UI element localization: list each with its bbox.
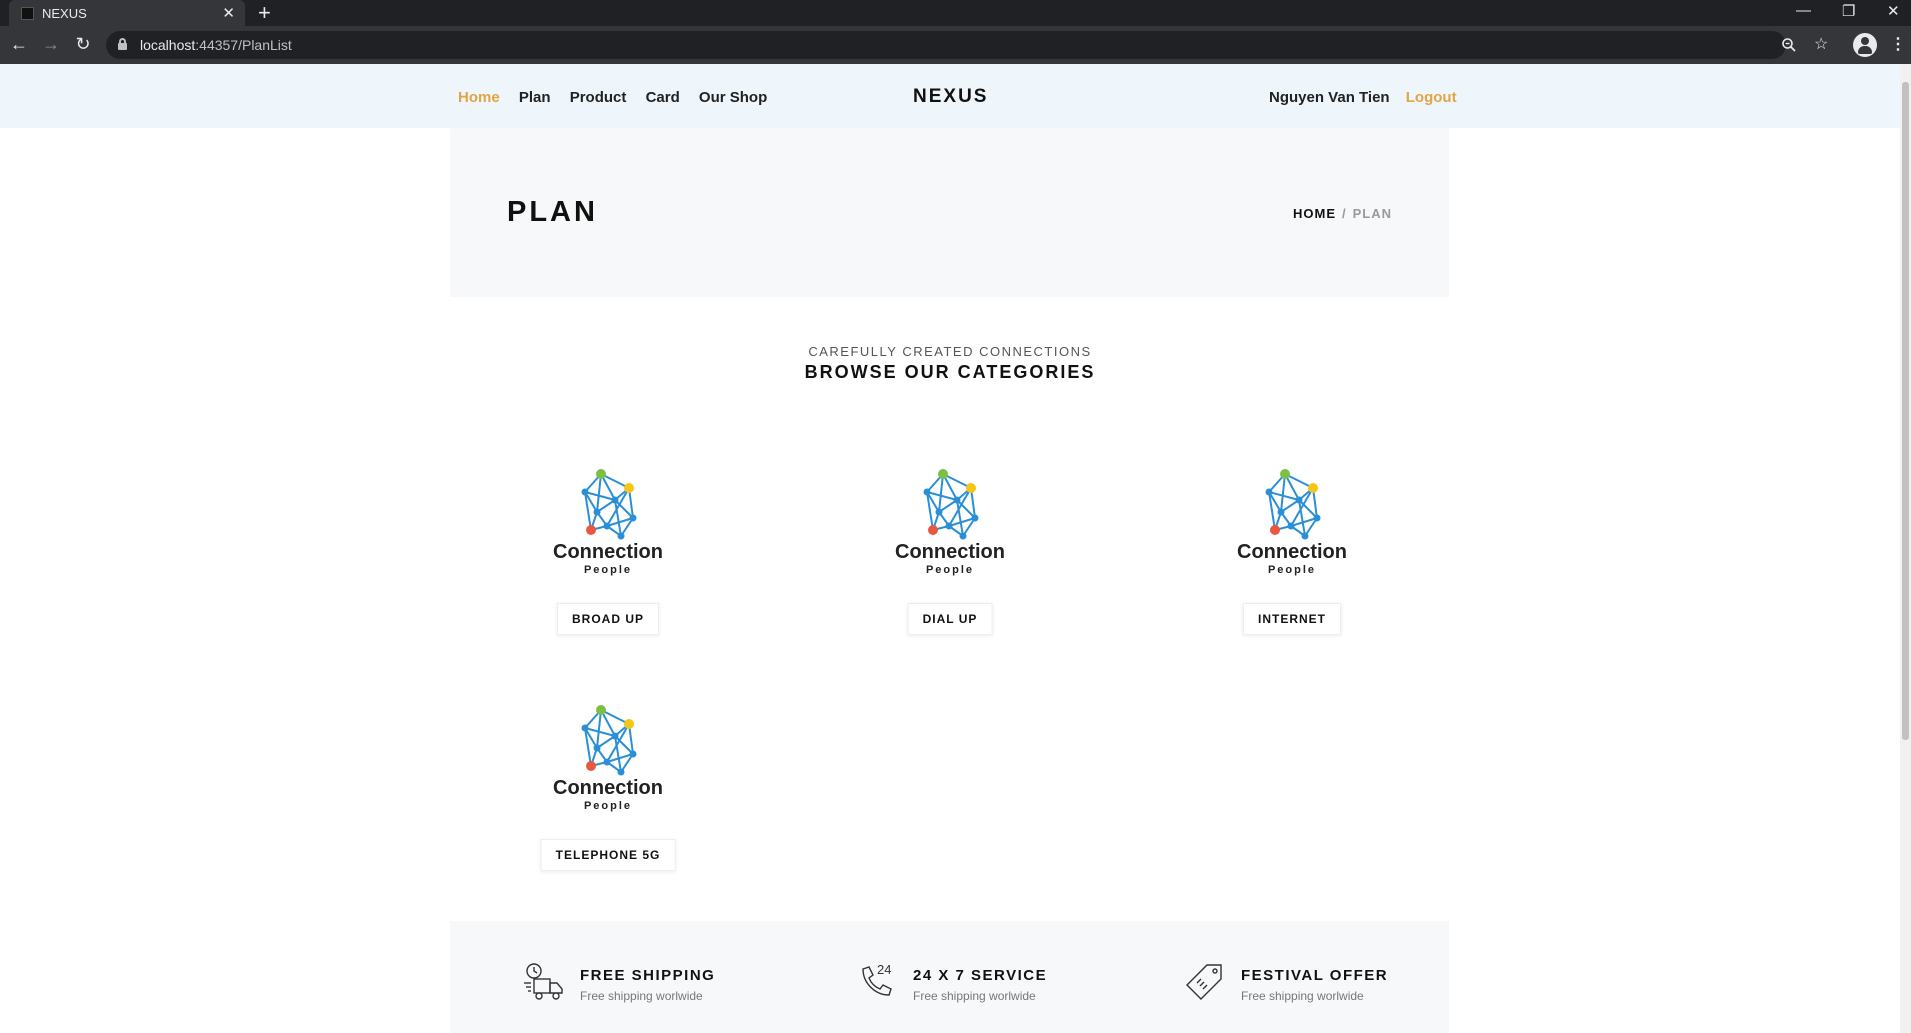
logo-tagline: People xyxy=(584,800,632,812)
category-card[interactable]: Connection People TELEPHONE 5G xyxy=(528,702,688,882)
logo-wordmark: Connection xyxy=(553,541,663,563)
scrollbar-thumb[interactable] xyxy=(1902,82,1909,740)
reload-icon[interactable]: ↻ xyxy=(72,34,94,55)
logo-wordmark: Connection xyxy=(1237,541,1347,563)
browser-toolbar: ← → ↻ localhost:44357/PlanList ☆ ⋮ xyxy=(0,26,1911,64)
section-title: BROWSE OUR CATEGORIES xyxy=(804,362,1096,382)
breadcrumb-separator: / xyxy=(1341,206,1347,221)
features-strip: FREE SHIPPING Free shipping worlwide 24 … xyxy=(450,921,1449,1033)
site-header: Home Plan Product Card Our Shop NEXUS Ng… xyxy=(0,64,1900,128)
feature-title: FESTIVAL OFFER xyxy=(1241,967,1389,984)
user-area: Nguyen Van Tien Logout xyxy=(1269,89,1457,106)
window-restore-button[interactable]: ❐ xyxy=(1842,2,1855,20)
logo-wordmark: Connection xyxy=(895,541,1005,563)
window-minimize-button[interactable]: — xyxy=(1796,2,1811,19)
category-button-telephone-5g[interactable]: TELEPHONE 5G xyxy=(540,839,676,871)
logo-wordmark: Connection xyxy=(553,777,663,799)
feature-title: FREE SHIPPING xyxy=(580,967,716,984)
feature-subtitle: Free shipping worlwide xyxy=(580,989,703,1003)
page-title: PLAN xyxy=(507,196,598,228)
favicon-icon xyxy=(21,7,34,20)
page-viewport: Home Plan Product Card Our Shop NEXUS Ng… xyxy=(0,64,1911,1033)
category-card[interactable]: Connection People DIAL UP xyxy=(870,466,1030,646)
breadcrumb: HOME / PLAN xyxy=(1293,206,1392,221)
bookmark-star-icon[interactable]: ☆ xyxy=(1814,34,1828,54)
new-tab-button[interactable]: + xyxy=(258,0,271,26)
network-graphic-icon: ConnectionPeople xyxy=(553,705,663,812)
breadcrumb-current: PLAN xyxy=(1352,206,1392,221)
nav-product[interactable]: Product xyxy=(570,89,627,106)
tab-title: NEXUS xyxy=(42,6,87,21)
page-scrollbar[interactable] xyxy=(1900,64,1911,1033)
logo-tagline: People xyxy=(1268,564,1316,576)
category-button-dial-up[interactable]: DIAL UP xyxy=(907,603,993,635)
network-graphic-icon: ConnectionPeople xyxy=(1237,469,1347,576)
site-logo[interactable]: NEXUS xyxy=(913,86,988,108)
network-graphic-icon: ConnectionPeople xyxy=(895,469,1005,576)
main-nav: Home Plan Product Card Our Shop xyxy=(458,89,782,106)
nav-card[interactable]: Card xyxy=(646,89,680,106)
connection-people-logo[interactable]: Connection People xyxy=(549,466,667,578)
category-button-internet[interactable]: INTERNET xyxy=(1243,603,1341,635)
lock-icon xyxy=(118,38,127,50)
connection-people-logo[interactable]: Connection People xyxy=(891,466,1009,578)
phone-24-icon: 24 xyxy=(855,961,899,1005)
price-tag-icon xyxy=(1183,961,1227,1005)
connection-people-logo[interactable]: Connection People xyxy=(1233,466,1351,578)
category-button-broad-up[interactable]: BROAD UP xyxy=(556,603,660,635)
connection-people-logo[interactable]: Connection People xyxy=(549,702,667,814)
browser-tab[interactable]: NEXUS ✕ xyxy=(9,0,245,26)
browser-tab-strip: NEXUS ✕ + — ❐ ✕ xyxy=(0,0,1911,26)
logout-link[interactable]: Logout xyxy=(1406,89,1457,106)
logo-tagline: People xyxy=(584,564,632,576)
window-close-button[interactable]: ✕ xyxy=(1887,2,1900,20)
username-link[interactable]: Nguyen Van Tien xyxy=(1269,89,1390,106)
category-card[interactable]: Connection People INTERNET xyxy=(1212,466,1372,646)
feature-subtitle: Free shipping worlwide xyxy=(1241,989,1364,1003)
section-subtitle: CAREFULLY CREATED CONNECTIONS xyxy=(808,344,1092,359)
category-card[interactable]: Connection People BROAD UP xyxy=(528,466,688,646)
page-banner: PLAN HOME / PLAN xyxy=(450,128,1449,297)
nav-plan[interactable]: Plan xyxy=(519,89,551,106)
zoom-icon[interactable] xyxy=(1781,37,1797,58)
nav-our-shop[interactable]: Our Shop xyxy=(699,89,767,106)
delivery-truck-icon xyxy=(522,961,566,1005)
back-arrow-icon[interactable]: ← xyxy=(8,34,30,55)
forward-arrow-icon[interactable]: → xyxy=(40,34,62,55)
profile-avatar-icon[interactable] xyxy=(1853,33,1877,57)
logo-tagline: People xyxy=(926,564,974,576)
nav-home[interactable]: Home xyxy=(458,89,500,106)
address-bar[interactable]: localhost:44357/PlanList ☆ xyxy=(106,31,1828,59)
menu-kebab-icon[interactable]: ⋮ xyxy=(1890,34,1906,54)
url-text: localhost:44357/PlanList xyxy=(140,37,292,53)
feature-subtitle: Free shipping worlwide xyxy=(913,989,1036,1003)
breadcrumb-home[interactable]: HOME xyxy=(1293,206,1336,221)
tab-close-icon[interactable]: ✕ xyxy=(222,4,235,22)
network-graphic-icon: ConnectionPeople xyxy=(553,469,663,576)
svg-text:24: 24 xyxy=(877,962,891,977)
feature-title: 24 X 7 SERVICE xyxy=(913,967,1048,984)
